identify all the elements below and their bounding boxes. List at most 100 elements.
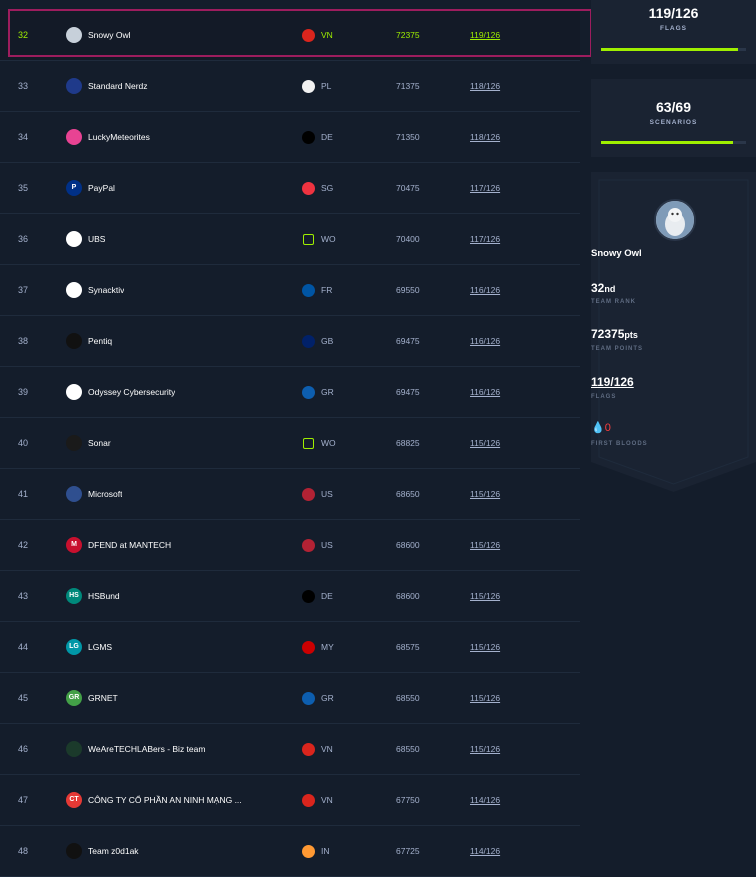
flags-link[interactable]: 115/126 [470, 469, 500, 519]
country-code: US [321, 489, 333, 499]
team-logo-icon [66, 129, 82, 145]
table-row[interactable]: 35 P PayPal SG 70475 117/126 [0, 163, 580, 214]
owl-icon [656, 201, 694, 239]
scenarios-progress-bar [601, 141, 746, 144]
team-logo-icon [66, 231, 82, 247]
country-code: VN [321, 795, 333, 805]
team-name-link[interactable]: CÔNG TY CỔ PHẦN AN NINH MẠNG ... [88, 775, 242, 825]
table-row[interactable]: 41 Microsoft US 68650 115/126 [0, 469, 580, 520]
country-flag-icon [302, 488, 315, 501]
team-name-link[interactable]: Standard Nerdz [88, 61, 148, 111]
rank-cell: 33 [18, 81, 29, 91]
leaderboard-table: 32 Snowy Owl VN 72375 119/126 33 Standard Nerd… [0, 10, 580, 877]
country-code: GB [321, 336, 334, 346]
points-cell: 68825 [396, 438, 420, 448]
flags-link[interactable]: 116/126 [470, 265, 500, 315]
table-row[interactable]: 45 GR GRNET GR 68550 115/126 [0, 673, 580, 724]
flags-link[interactable]: 117/126 [470, 214, 500, 264]
flags-link[interactable]: 118/126 [470, 112, 500, 162]
team-name-link[interactable]: LuckyMeteorites [88, 112, 150, 162]
rank-cell: 44 [18, 642, 29, 652]
rank-cell: 45 [18, 693, 29, 703]
table-row[interactable]: 42 M DFEND at MANTECH US 68600 115/126 [0, 520, 580, 571]
table-row[interactable]: 36 UBS WO 70400 117/126 [0, 214, 580, 265]
table-row[interactable]: 39 Odyssey Cybersecurity GR 69475 116/126 [0, 367, 580, 418]
first-bloods: 💧0 [591, 422, 611, 434]
flags-link[interactable]: 115/126 [470, 571, 500, 621]
rank-cell: 32 [18, 30, 29, 40]
team-name-link[interactable]: GRNET [88, 673, 118, 723]
team-logo-icon: LG [66, 639, 82, 655]
flags-link[interactable]: 114/126 [470, 826, 500, 876]
flags-link[interactable]: 114/126 [470, 775, 500, 825]
team-name-link[interactable]: WeAreTECHLABers - Biz team [88, 724, 205, 774]
team-name-link[interactable]: Microsoft [88, 469, 122, 519]
table-row[interactable]: 32 Snowy Owl VN 72375 119/126 [0, 10, 580, 61]
team-logo-icon [66, 333, 82, 349]
team-name-link[interactable]: Pentiq [88, 316, 112, 366]
team-name-link[interactable]: Odyssey Cybersecurity [88, 367, 175, 417]
team-name-link[interactable]: LGMS [88, 622, 112, 672]
team-logo-icon [66, 78, 82, 94]
table-row[interactable]: 47 CT CÔNG TY CỔ PHẦN AN NINH MẠNG ... VN 67… [0, 775, 580, 826]
country-code: DE [321, 132, 333, 142]
country-code: US [321, 540, 333, 550]
team-rank: 32nd [591, 281, 616, 295]
country-flag-icon [302, 794, 315, 807]
team-name-link[interactable]: Synacktiv [88, 265, 124, 315]
flags-link[interactable]: 115/126 [470, 622, 500, 672]
flags-link[interactable]: 118/126 [470, 61, 500, 111]
team-name-link[interactable]: HSBund [88, 571, 120, 621]
table-row[interactable]: 44 LG LGMS MY 68575 115/126 [0, 622, 580, 673]
team-name-link[interactable]: DFEND at MANTECH [88, 520, 171, 570]
team-name-link[interactable]: Snowy Owl [88, 10, 131, 60]
first-bloods-label: FIRST BLOODS [591, 441, 648, 447]
team-name-link[interactable]: Team z0d1ak [88, 826, 139, 876]
flags-link[interactable]: 116/126 [470, 316, 500, 366]
points-cell: 68550 [396, 693, 420, 703]
points-cell: 68575 [396, 642, 420, 652]
country-code: IN [321, 846, 330, 856]
table-row[interactable]: 37 Synacktiv FR 69550 116/126 [0, 265, 580, 316]
team-card: Snowy Owl 32nd TEAM RANK 72375pts TEAM P… [591, 172, 756, 492]
country-flag-icon [302, 335, 315, 348]
table-row[interactable]: 33 Standard Nerdz PL 71375 118/126 [0, 61, 580, 112]
rank-cell: 40 [18, 438, 29, 448]
flags-link[interactable]: 115/126 [470, 520, 500, 570]
team-points: 72375pts [591, 327, 638, 341]
team-logo-icon: GR [66, 690, 82, 706]
table-row[interactable]: 34 LuckyMeteorites DE 71350 118/126 [0, 112, 580, 163]
points-cell: 70400 [396, 234, 420, 244]
table-row[interactable]: 46 WeAreTECHLABers - Biz team VN 68550 115/1… [0, 724, 580, 775]
team-name-link[interactable]: UBS [88, 214, 105, 264]
flags-link[interactable]: 115/126 [470, 418, 500, 468]
table-row[interactable]: 40 Sonar WO 68825 115/126 [0, 418, 580, 469]
points-cell: 69475 [396, 387, 420, 397]
flags-link[interactable]: 115/126 [470, 673, 500, 723]
team-name-link[interactable]: Sonar [88, 418, 111, 468]
table-row[interactable]: 43 HS HSBund DE 68600 115/126 [0, 571, 580, 622]
flags-summary-panel: 119/126 FLAGS [591, 0, 756, 64]
team-logo-icon [66, 435, 82, 451]
country-code: WO [321, 438, 336, 448]
flags-link[interactable]: 117/126 [470, 163, 500, 213]
country-code: GR [321, 693, 334, 703]
team-flags-link[interactable]: 119/126 [591, 375, 756, 389]
country-flag-icon [302, 590, 315, 603]
team-logo-icon [66, 741, 82, 757]
scenarios-summary-value: 63/69 [655, 99, 692, 115]
table-row[interactable]: 38 Pentiq GB 69475 116/126 [0, 316, 580, 367]
country-flag-icon [302, 284, 315, 297]
scenarios-summary-panel: 63/69 SCENARIOS [591, 79, 756, 157]
team-name-link[interactable]: PayPal [88, 163, 115, 213]
table-row[interactable]: 48 Team z0d1ak IN 67725 114/126 [0, 826, 580, 877]
points-cell: 68600 [396, 591, 420, 601]
flags-link[interactable]: 115/126 [470, 724, 500, 774]
flags-link[interactable]: 119/126 [470, 10, 500, 60]
flags-link[interactable]: 116/126 [470, 367, 500, 417]
rank-cell: 42 [18, 540, 29, 550]
country-flag-icon [302, 386, 315, 399]
points-cell: 72375 [396, 30, 420, 40]
team-name: Snowy Owl [591, 248, 642, 259]
country-code: MY [321, 642, 334, 652]
